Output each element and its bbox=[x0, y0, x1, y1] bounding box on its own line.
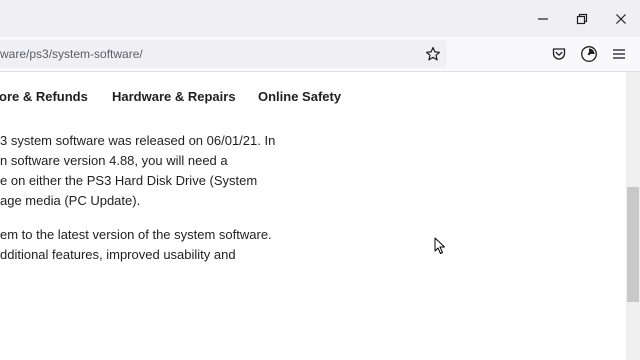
star-icon bbox=[425, 46, 441, 61]
nav-link-online-safety[interactable]: Online Safety bbox=[258, 89, 341, 104]
minimize-button[interactable] bbox=[524, 0, 562, 37]
restore-icon bbox=[576, 13, 588, 24]
url-bar[interactable]: ware/ps3/system-software/ bbox=[0, 40, 447, 68]
nav-link-store-refunds[interactable]: ore & Refunds bbox=[0, 89, 88, 104]
account-button[interactable] bbox=[577, 42, 601, 66]
article-paragraph-1: 3 system software was released on 06/01/… bbox=[0, 131, 330, 211]
pocket-icon bbox=[552, 48, 566, 60]
paragraph-line: dditional features, improved usability a… bbox=[0, 247, 236, 262]
close-icon bbox=[616, 13, 626, 24]
url-text[interactable]: ware/ps3/system-software/ bbox=[0, 47, 143, 61]
mouse-cursor-icon bbox=[434, 237, 445, 254]
paragraph-line: age media (PC Update). bbox=[0, 193, 141, 208]
navigation-toolbar: ware/ps3/system-software/ bbox=[0, 37, 640, 72]
paragraph-line: n software version 4.88, you will need a bbox=[0, 153, 228, 168]
title-bar bbox=[0, 0, 640, 37]
paragraph-line: e on either the PS3 Hard Disk Drive (Sys… bbox=[0, 173, 258, 188]
nav-link-hardware-repairs[interactable]: Hardware & Repairs bbox=[112, 89, 236, 104]
pocket-button[interactable] bbox=[547, 42, 571, 66]
account-icon bbox=[581, 46, 597, 62]
close-button[interactable] bbox=[602, 0, 640, 37]
minimize-icon bbox=[538, 17, 548, 20]
scrollbar-thumb[interactable] bbox=[627, 187, 639, 302]
app-menu-button[interactable] bbox=[607, 42, 631, 66]
paragraph-line: em to the latest version of the system s… bbox=[0, 227, 272, 242]
vertical-scrollbar[interactable] bbox=[626, 72, 640, 360]
hamburger-menu-icon bbox=[613, 49, 625, 59]
bookmark-button[interactable] bbox=[421, 42, 445, 66]
web-page-content: ore & Refunds Hardware & Repairs Online … bbox=[0, 72, 626, 360]
article-paragraph-2: em to the latest version of the system s… bbox=[0, 225, 330, 265]
paragraph-line: 3 system software was released on 06/01/… bbox=[0, 133, 276, 148]
restore-button[interactable] bbox=[563, 0, 601, 37]
